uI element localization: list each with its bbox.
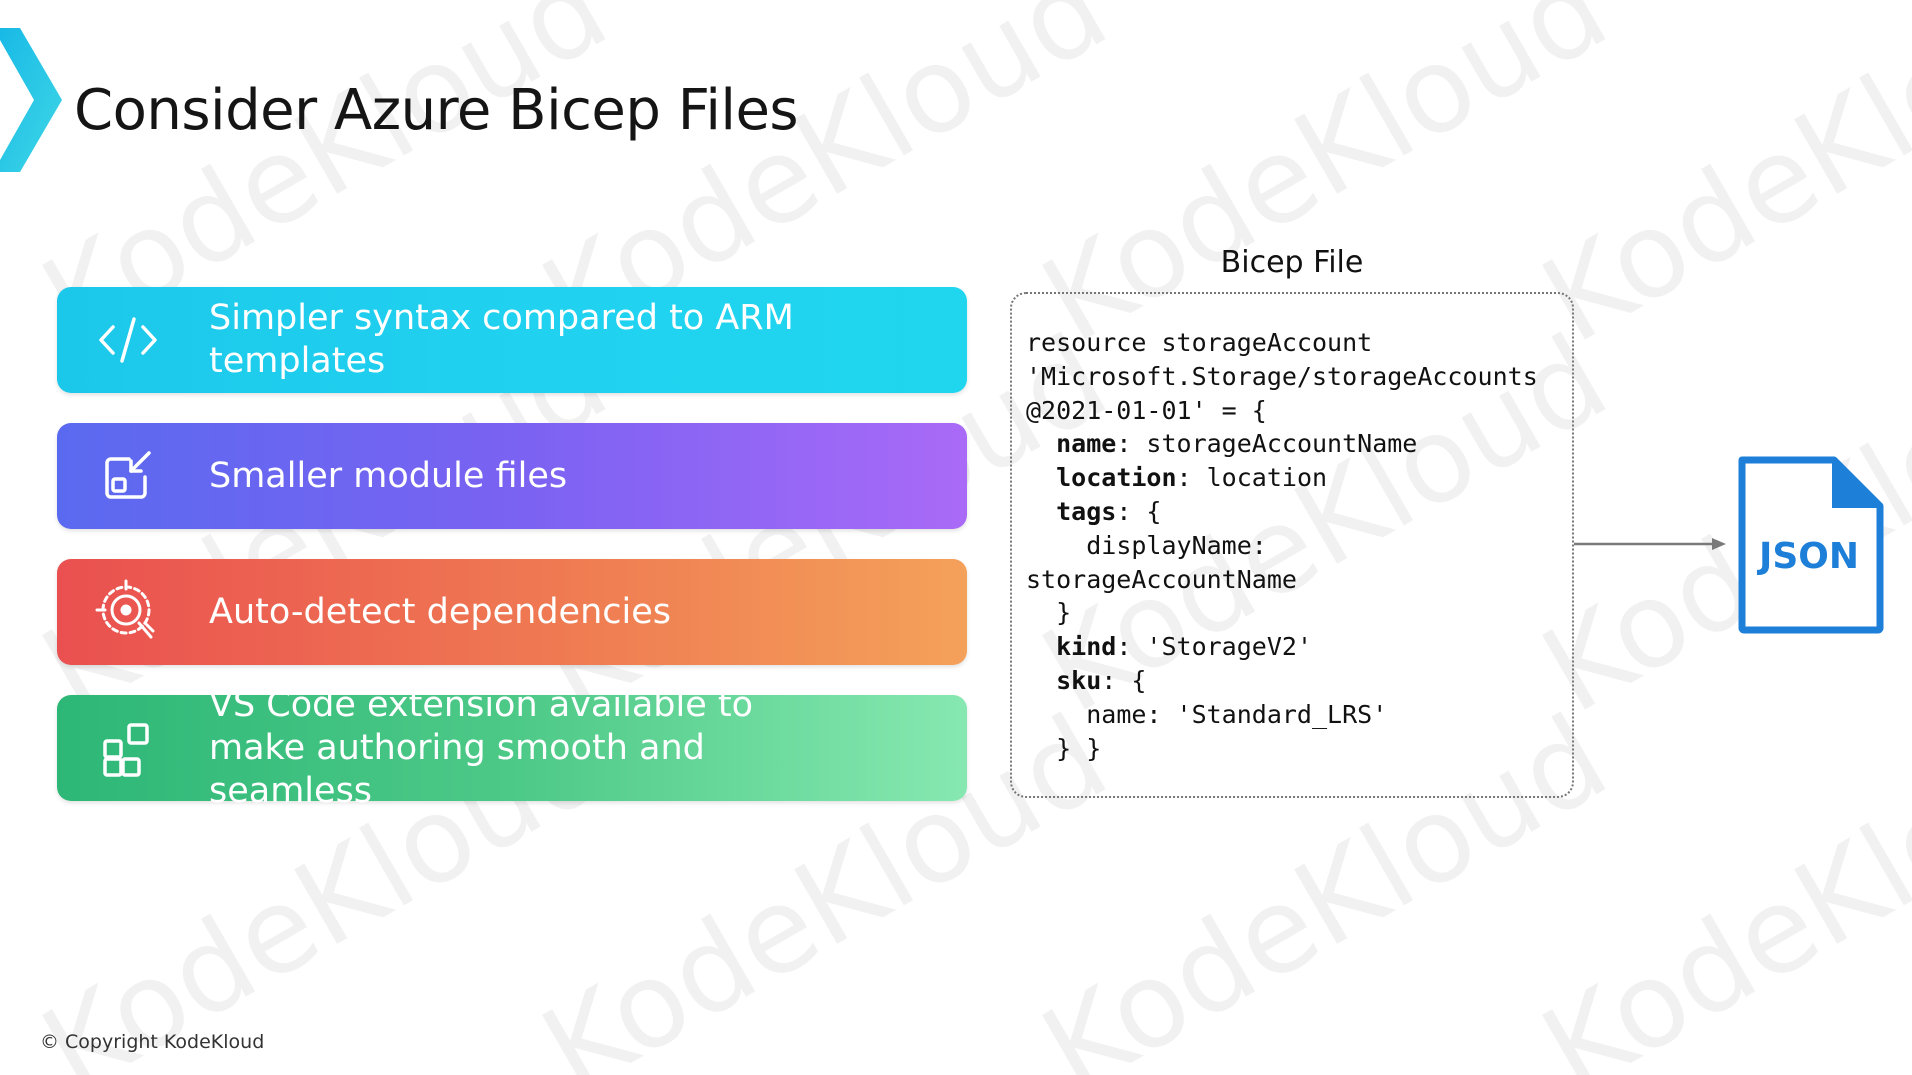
watermark: KodeKloud: [1520, 688, 1912, 1075]
code-text: : location: [1176, 463, 1328, 493]
code-line: sku: {: [1026, 664, 1572, 698]
feature-card-syntax: Simpler syntax compared to ARM templates: [57, 287, 967, 393]
code-text: name: 'Standard_LRS': [1086, 699, 1388, 729]
code-key: sku: [1056, 665, 1102, 695]
code-line: tags: {: [1026, 495, 1572, 529]
code-line: @2021-01-01' = {: [1026, 394, 1572, 428]
json-file-icon: JSON: [1738, 456, 1884, 634]
target-detect-icon: [95, 579, 155, 639]
code-line: name: storageAccountName: [1026, 427, 1572, 461]
code-text: : storageAccountName: [1116, 429, 1418, 459]
code-text: storageAccountName: [1026, 564, 1297, 594]
code-line: resource storageAccount: [1026, 326, 1572, 360]
code-line: 'Microsoft.Storage/storageAccounts: [1026, 360, 1572, 394]
feature-label: VS Code extension available to make auth…: [209, 684, 754, 811]
feature-label: Simpler syntax compared to ARM templates: [209, 298, 794, 381]
page-title: Consider Azure Bicep Files: [74, 78, 799, 143]
code-brackets-icon: [99, 317, 157, 363]
code-line: location: location: [1026, 461, 1572, 495]
code-text: 'Microsoft.Storage/storageAccounts: [1026, 361, 1538, 391]
feature-label: Smaller module files: [209, 455, 568, 496]
code-text: @2021-01-01' = {: [1026, 395, 1267, 425]
code-text: } }: [1056, 733, 1102, 763]
code-text: : {: [1101, 665, 1147, 695]
code-line: } }: [1026, 732, 1572, 766]
code-line: name: 'Standard_LRS': [1026, 698, 1572, 732]
arrow-right-icon: [1574, 538, 1726, 550]
code-key: name: [1056, 429, 1117, 459]
code-line: }: [1026, 596, 1572, 630]
code-text: displayName:: [1086, 530, 1267, 560]
extensions-grid-icon: [103, 723, 149, 777]
code-key: kind: [1056, 632, 1117, 662]
code-text: : {: [1116, 496, 1162, 526]
copyright-footer: © Copyright KodeKloud: [40, 1031, 265, 1053]
feature-label: Auto-detect dependencies: [209, 591, 671, 632]
code-line: storageAccountName: [1026, 563, 1572, 597]
code-line: displayName:: [1026, 529, 1572, 563]
code-line: kind: 'StorageV2': [1026, 630, 1572, 664]
feature-card-vscode: VS Code extension available to make auth…: [57, 685, 967, 811]
code-text: : 'StorageV2': [1116, 632, 1312, 662]
code-panel-heading: Bicep File: [1220, 245, 1364, 280]
code-key: tags: [1056, 496, 1117, 526]
feature-card-modules: Smaller module files: [57, 423, 967, 529]
chevron-accent-icon: [0, 28, 62, 172]
code-text: resource storageAccount: [1026, 328, 1373, 357]
code-text: }: [1056, 598, 1072, 628]
module-resize-icon: [105, 451, 151, 499]
code-panel: resource storageAccount 'Microsoft.Storag…: [1010, 292, 1574, 798]
code-key: location: [1056, 463, 1177, 493]
watermark: KodeKloud: [1520, 0, 1912, 370]
json-file-label: JSON: [1756, 536, 1859, 577]
feature-card-dependencies: Auto-detect dependencies: [57, 559, 967, 665]
